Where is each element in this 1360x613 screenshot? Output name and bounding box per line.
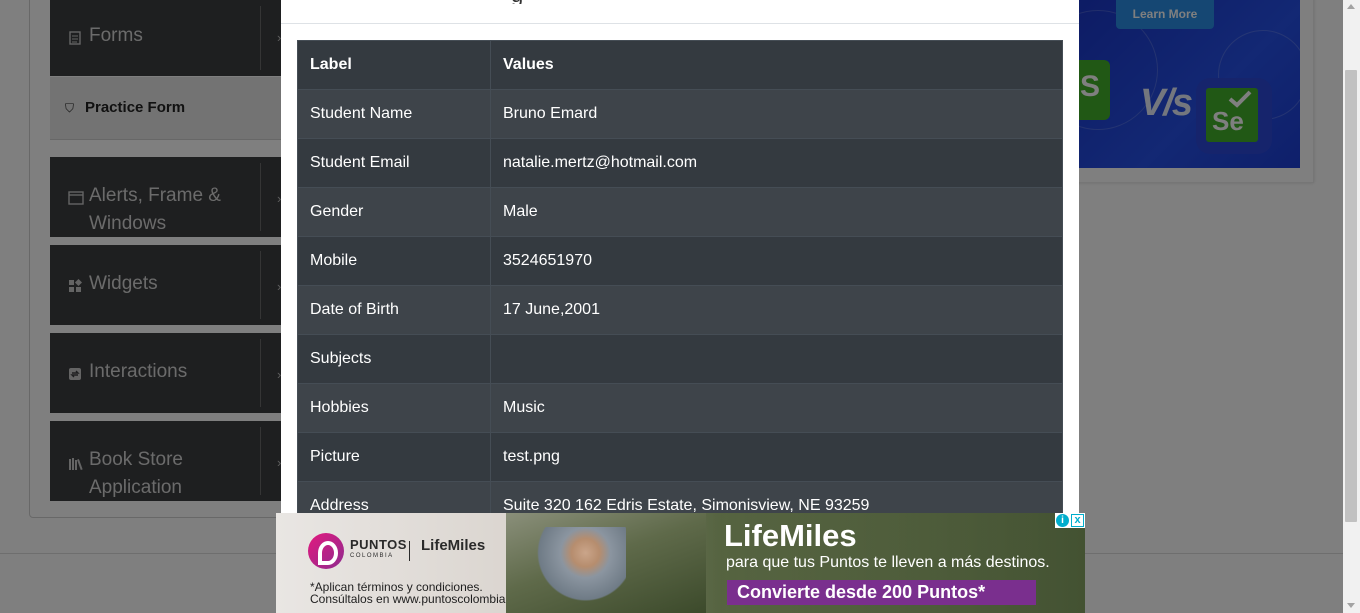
ad-terms-line2: Consúltalos en www.puntoscolombia.com [310, 592, 532, 606]
row-label-cell: Date of Birth [297, 285, 491, 335]
scrollbar-thumb[interactable] [1345, 70, 1357, 522]
row-value-cell: Music [490, 383, 1063, 433]
ad-info-icon[interactable]: i [1056, 514, 1069, 527]
table-row: Mobile 3524651970 [297, 236, 1063, 286]
row-value-cell: Male [490, 187, 1063, 237]
ad-cta-button[interactable]: Convierte desde 200 Puntos* [727, 580, 1036, 605]
row-label-cell: Picture [297, 432, 491, 482]
row-value-cell: test.png [490, 432, 1063, 482]
submission-result-table: Label Values Student Name Bruno Emard Stud… [297, 40, 1063, 531]
row-label-cell: Gender [297, 187, 491, 237]
row-label-cell: Mobile [297, 236, 491, 286]
row-value-cell: natalie.mertz@hotmail.com [490, 138, 1063, 188]
ad-headline: LifeMiles [724, 518, 857, 553]
table-header-row: Label Values [297, 40, 1063, 90]
modal-title-clipped: g [511, 0, 551, 4]
row-value-cell: 3524651970 [490, 236, 1063, 286]
ad-brand-name: PUNTOS [350, 537, 407, 552]
column-header-label: Label [297, 40, 491, 90]
table-row: Student Name Bruno Emard [297, 89, 1063, 139]
table-row: Hobbies Music [297, 383, 1063, 433]
bottom-ad-banner[interactable]: PUNTOS COLOMBIA LifeMiles *Aplican térmi… [276, 513, 1085, 613]
ad-photo-person [536, 527, 626, 613]
ad-tagline: para que tus Puntos te lleven a más dest… [726, 554, 1050, 571]
modal-header-divider [281, 23, 1079, 24]
row-value-cell: 17 June,2001 [490, 285, 1063, 335]
ad-separator [409, 541, 410, 561]
table-row: Gender Male [297, 187, 1063, 237]
scroll-up-arrow-icon[interactable] [1347, 4, 1355, 9]
row-label-cell: Student Email [297, 138, 491, 188]
table-row: Student Email natalie.mertz@hotmail.com [297, 138, 1063, 188]
table-row: Subjects [297, 334, 1063, 384]
row-label-cell: Student Name [297, 89, 491, 139]
puntos-colombia-logo [308, 533, 344, 569]
ad-choices[interactable]: i x [1055, 513, 1085, 528]
row-value-cell: Bruno Emard [490, 89, 1063, 139]
table-row: Date of Birth 17 June,2001 [297, 285, 1063, 335]
table-body: Student Name Bruno Emard Student Email nata… [297, 89, 1063, 531]
ad-partner-logo: LifeMiles [421, 537, 486, 554]
ad-photo-landscape [506, 513, 706, 613]
table-row: Picture test.png [297, 432, 1063, 482]
column-header-values: Values [490, 40, 1063, 90]
row-label-cell: Subjects [297, 334, 491, 384]
row-label-cell: Hobbies [297, 383, 491, 433]
ad-brand-subtitle: COLOMBIA [350, 553, 394, 559]
page-scrollbar[interactable] [1343, 0, 1360, 613]
ad-close-icon[interactable]: x [1071, 514, 1084, 527]
scroll-down-arrow-icon[interactable] [1347, 603, 1355, 608]
row-value-cell [490, 334, 1063, 384]
